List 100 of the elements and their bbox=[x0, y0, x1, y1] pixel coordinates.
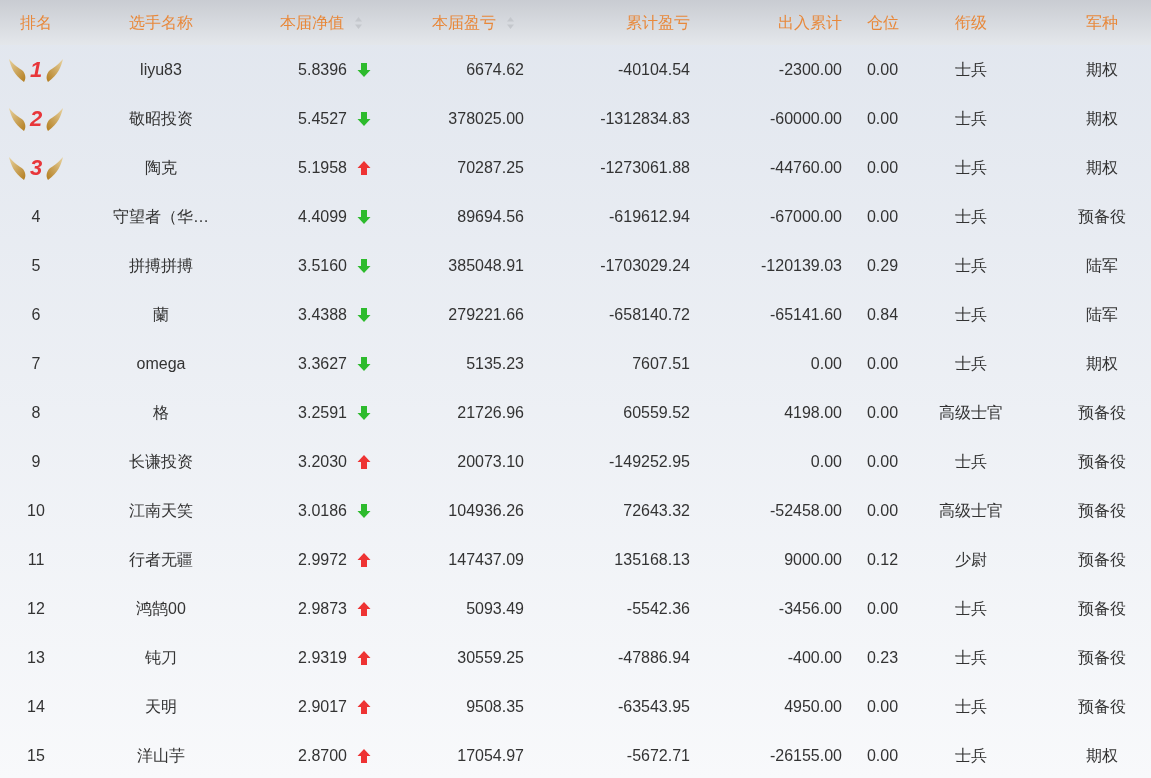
table-cell-text: 期权 bbox=[1086, 59, 1118, 80]
table-cell-text: 60559.52 bbox=[623, 402, 690, 423]
table-cell-text: 预备役 bbox=[1078, 647, 1126, 668]
table-cell-text: 0.00 bbox=[866, 500, 899, 521]
table-cell-text: 6674.62 bbox=[466, 59, 524, 80]
table-cell-text: 士兵 bbox=[955, 206, 987, 227]
table-cell-text: -1273061.88 bbox=[600, 157, 690, 178]
table-cell-text: -60000.00 bbox=[769, 108, 842, 129]
player-name: 拼搏拼搏 bbox=[129, 255, 193, 276]
table-cell-text: 0.00 bbox=[866, 108, 899, 129]
table-cell-text: 135168.13 bbox=[614, 549, 690, 570]
sortable-column-header[interactable]: 本届净值 bbox=[280, 10, 363, 35]
table-cell-text: 士兵 bbox=[955, 157, 987, 178]
table-cell-text: 3.0186 bbox=[298, 500, 347, 521]
table-cell-text: -2300.00 bbox=[778, 59, 842, 80]
table-cell-text: 士兵 bbox=[955, 451, 987, 472]
table-cell-text: 预备役 bbox=[1078, 451, 1126, 472]
table-cell-text: 4198.00 bbox=[784, 402, 842, 423]
table-cell-text: 0.00 bbox=[866, 696, 899, 717]
rank-number: 13 bbox=[27, 647, 45, 668]
table-cell-text: 5.1958 bbox=[298, 157, 347, 178]
sort-icon[interactable] bbox=[506, 15, 515, 30]
table-cell-text: 期权 bbox=[1086, 353, 1118, 374]
column-header: 衔级 bbox=[955, 12, 987, 33]
table-cell-text: -400.00 bbox=[787, 647, 842, 668]
table-cell-text: 2.9972 bbox=[298, 549, 347, 570]
column-header: 选手名称 bbox=[129, 12, 193, 33]
rank-number: 5 bbox=[31, 255, 41, 276]
table-cell-text: 9000.00 bbox=[784, 549, 842, 570]
column-header: 累计盈亏 bbox=[626, 12, 690, 33]
table-cell-text: 20073.10 bbox=[457, 451, 524, 472]
table-cell-text: 士兵 bbox=[955, 255, 987, 276]
player-name: 鸿鹄00 bbox=[136, 598, 186, 619]
table-cell-text: 104936.26 bbox=[448, 500, 524, 521]
table-cell-text: 0.00 bbox=[810, 451, 842, 472]
player-name: 格 bbox=[153, 402, 169, 423]
table-cell-text: 高级士官 bbox=[939, 500, 1003, 521]
table-cell-text: 0.00 bbox=[866, 157, 899, 178]
table-cell-text: 279221.66 bbox=[448, 304, 524, 325]
table-cell-text: 0.29 bbox=[866, 255, 899, 276]
rank-number: 9 bbox=[31, 451, 41, 472]
table-cell-text: 30559.25 bbox=[457, 647, 524, 668]
table-cell-text: -658140.72 bbox=[609, 304, 690, 325]
table-cell-text: 预备役 bbox=[1078, 696, 1126, 717]
table-cell-text: 0.00 bbox=[866, 206, 899, 227]
table-cell-text: 385048.91 bbox=[448, 255, 524, 276]
player-name: 守望者（华… bbox=[113, 206, 209, 227]
player-name: liyu83 bbox=[140, 59, 182, 80]
rank-number: 4 bbox=[31, 206, 41, 227]
table-cell-text: -26155.00 bbox=[769, 745, 842, 766]
table-cell-text: -5672.71 bbox=[626, 745, 690, 766]
table-cell-text: 陆军 bbox=[1086, 304, 1118, 325]
player-name: 钝刀 bbox=[145, 647, 177, 668]
table-cell-text: 士兵 bbox=[955, 745, 987, 766]
table-cell-text: 高级士官 bbox=[939, 402, 1003, 423]
table-cell-text: 2.9319 bbox=[298, 647, 347, 668]
table-cell-text: -5542.36 bbox=[626, 598, 690, 619]
table-cell-text: 5.4527 bbox=[298, 108, 347, 129]
table-cell-text: 3.3627 bbox=[298, 353, 347, 374]
player-name: 陶克 bbox=[145, 157, 177, 178]
table-cell-text: 21726.96 bbox=[457, 402, 524, 423]
player-name: 天明 bbox=[145, 696, 177, 717]
rank-number: 3 bbox=[29, 156, 43, 179]
table-cell-text: 0.84 bbox=[866, 304, 899, 325]
table-cell-text: 士兵 bbox=[955, 647, 987, 668]
table-cell-text: 0.00 bbox=[866, 745, 899, 766]
sort-icon[interactable] bbox=[354, 15, 363, 30]
table-cell-text: 378025.00 bbox=[448, 108, 524, 129]
rank-number: 14 bbox=[27, 696, 45, 717]
table-cell-text: 士兵 bbox=[955, 304, 987, 325]
table-cell-text: 少尉 bbox=[955, 549, 987, 570]
table-cell-text: -40104.54 bbox=[617, 59, 690, 80]
table-cell-text: 9508.35 bbox=[466, 696, 524, 717]
table-cell-text: 0.00 bbox=[866, 451, 899, 472]
table-cell-text: -52458.00 bbox=[769, 500, 842, 521]
table-cell-text: 士兵 bbox=[955, 108, 987, 129]
rank-number: 6 bbox=[31, 304, 41, 325]
table-cell-text: 预备役 bbox=[1078, 402, 1126, 423]
table-cell-text: 72643.32 bbox=[623, 500, 690, 521]
column-header: 出入累计 bbox=[778, 12, 842, 33]
table-cell-text: 0.00 bbox=[866, 353, 899, 374]
table-cell-text: -47886.94 bbox=[617, 647, 690, 668]
table-cell-text: 3.2591 bbox=[298, 402, 347, 423]
table-cell-text: -63543.95 bbox=[617, 696, 690, 717]
table-cell-text: 士兵 bbox=[955, 59, 987, 80]
rank-number: 8 bbox=[31, 402, 41, 423]
sortable-column-header[interactable]: 本届盈亏 bbox=[432, 10, 515, 35]
table-cell-text: 0.12 bbox=[866, 549, 899, 570]
table-cell-text: -120139.03 bbox=[761, 255, 842, 276]
table-cell-text: -44760.00 bbox=[769, 157, 842, 178]
table-cell-text: 7607.51 bbox=[632, 353, 690, 374]
table-cell-text: -3456.00 bbox=[778, 598, 842, 619]
table-cell-text: 预备役 bbox=[1078, 598, 1126, 619]
column-header: 军种 bbox=[1086, 12, 1118, 33]
table-cell-text: 预备役 bbox=[1078, 500, 1126, 521]
rank-number: 1 bbox=[29, 58, 43, 81]
table-cell-text: 3.4388 bbox=[298, 304, 347, 325]
table-cell-text: 预备役 bbox=[1078, 206, 1126, 227]
table-cell-text: 陆军 bbox=[1086, 255, 1118, 276]
table-cell-text: 2.8700 bbox=[298, 745, 347, 766]
